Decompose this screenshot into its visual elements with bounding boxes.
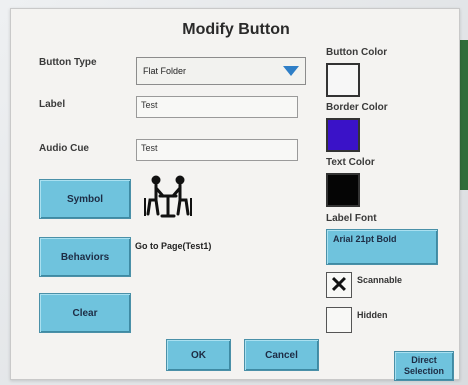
behaviors-button[interactable]: Behaviors: [39, 237, 131, 277]
audio-cue-field[interactable]: Test: [136, 139, 298, 161]
direct-selection-line1: Direct: [411, 355, 437, 365]
direct-selection-button[interactable]: Direct Selection: [394, 351, 454, 381]
x-mark-icon: ✕: [329, 272, 349, 297]
dialog-title: Modify Button: [182, 21, 290, 38]
button-type-dropdown[interactable]: Flat Folder: [136, 57, 306, 85]
label-font-button[interactable]: Arial 21pt Bold: [326, 229, 438, 265]
modify-button-dialog: Modify Button Button Type Flat Folder La…: [10, 8, 460, 381]
scannable-label: Scannable: [357, 275, 403, 285]
hidden-label: Hidden: [357, 310, 388, 320]
hidden-checkbox[interactable]: [326, 307, 352, 333]
clear-button[interactable]: Clear: [39, 293, 131, 333]
label-field[interactable]: Test: [136, 96, 298, 118]
cancel-button[interactable]: Cancel: [244, 339, 319, 371]
two-people-at-table-icon[interactable]: [143, 174, 193, 220]
button-type-label: Button Type: [39, 57, 97, 68]
border-color-swatch[interactable]: [326, 118, 360, 152]
label-font-label: Label Font: [326, 213, 377, 224]
text-color-label: Text Color: [326, 157, 375, 168]
text-color-swatch[interactable]: [326, 173, 360, 207]
triangle-down-icon: [283, 66, 299, 76]
audio-cue-label: Audio Cue: [39, 143, 89, 154]
scannable-checkbox[interactable]: ✕: [326, 272, 352, 298]
button-type-value: Flat Folder: [143, 66, 187, 76]
behavior-description: Go to Page(Test1): [135, 241, 212, 251]
direct-selection-line2: Selection: [403, 366, 444, 376]
ok-button[interactable]: OK: [166, 339, 231, 371]
button-color-swatch[interactable]: [326, 63, 360, 97]
symbol-button[interactable]: Symbol: [39, 179, 131, 219]
button-color-label: Button Color: [326, 47, 388, 58]
border-color-label: Border Color: [326, 102, 388, 113]
label-label: Label: [39, 99, 66, 110]
